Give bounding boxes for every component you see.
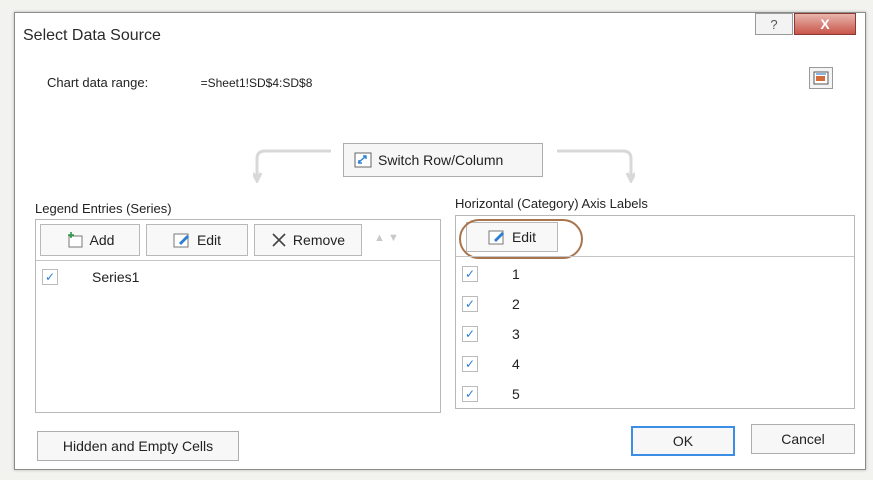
axis-label-value: 5 bbox=[512, 386, 520, 402]
edit-label: Edit bbox=[196, 232, 222, 248]
collapse-dialog-icon bbox=[813, 71, 829, 85]
axis-label-value: 4 bbox=[512, 356, 520, 372]
remove-label: Remove bbox=[292, 232, 346, 248]
axis-checkbox[interactable]: ✓ bbox=[462, 386, 478, 402]
axis-label-value: 2 bbox=[512, 296, 520, 312]
axis-list-item[interactable]: ✓ 1 bbox=[456, 262, 854, 286]
add-series-icon bbox=[67, 232, 83, 248]
collapse-dialog-button[interactable] bbox=[809, 67, 833, 89]
select-data-source-dialog: Select Data Source ? X Chart data range:… bbox=[14, 12, 866, 470]
series-list-item[interactable]: ✓ Series1 bbox=[36, 266, 440, 288]
legend-entries-label: Legend Entries (Series) bbox=[35, 201, 172, 216]
legend-entries-panel: Add Edit Remove ▲ ▼ ✓ Series1 bbox=[35, 219, 441, 413]
axis-list-item[interactable]: ✓ 2 bbox=[456, 292, 854, 316]
switch-row-column-icon bbox=[354, 152, 372, 168]
axis-checkbox[interactable]: ✓ bbox=[462, 296, 478, 312]
hidden-empty-cells-label: Hidden and Empty Cells bbox=[62, 438, 214, 454]
axis-checkbox[interactable]: ✓ bbox=[462, 356, 478, 372]
axis-checkbox[interactable]: ✓ bbox=[462, 266, 478, 282]
dialog-title: Select Data Source bbox=[23, 27, 161, 44]
series-checkbox[interactable]: ✓ bbox=[42, 269, 58, 285]
remove-series-button[interactable]: Remove bbox=[254, 224, 362, 256]
remove-icon bbox=[272, 233, 286, 247]
edit-series-button[interactable]: Edit bbox=[146, 224, 248, 256]
switch-left-arrow-graphic bbox=[253, 149, 331, 183]
cancel-label: Cancel bbox=[781, 431, 825, 447]
edit-axis-label: Edit bbox=[511, 229, 537, 245]
help-button[interactable]: ? bbox=[755, 13, 793, 35]
panel-divider bbox=[456, 256, 854, 257]
axis-list-item[interactable]: ✓ 5 bbox=[456, 382, 854, 406]
chart-data-range-input[interactable]: =Sheet1!SD$4:SD$8 bbox=[201, 76, 313, 90]
axis-list-item[interactable]: ✓ 3 bbox=[456, 322, 854, 346]
add-label: Add bbox=[89, 232, 115, 248]
axis-labels-panel: Edit ✓ 1 ✓ 2 ✓ 3 ✓ 4 ✓ 5 bbox=[455, 215, 855, 409]
help-icon: ? bbox=[770, 16, 778, 32]
panel-divider bbox=[36, 260, 440, 261]
edit-icon bbox=[488, 230, 504, 245]
move-arrows-icon[interactable]: ▲ ▼ bbox=[374, 232, 399, 244]
add-series-button[interactable]: Add bbox=[40, 224, 140, 256]
switch-right-arrow-graphic bbox=[557, 149, 635, 183]
edit-icon bbox=[173, 233, 189, 248]
chart-data-range-row: Chart data range: =Sheet1!SD$4:SD$8 bbox=[47, 75, 312, 90]
axis-label-value: 3 bbox=[512, 326, 520, 342]
series-name: Series1 bbox=[92, 269, 140, 285]
switch-row-column-button[interactable]: Switch Row/Column bbox=[343, 143, 543, 177]
title-bar: Select Data Source ? X bbox=[15, 13, 865, 59]
chart-data-range-label: Chart data range: bbox=[47, 75, 149, 90]
switch-row-column-label: Switch Row/Column bbox=[378, 152, 504, 168]
hidden-empty-cells-button[interactable]: Hidden and Empty Cells bbox=[37, 431, 239, 461]
edit-axis-labels-button[interactable]: Edit bbox=[459, 219, 583, 259]
cancel-button[interactable]: Cancel bbox=[751, 424, 855, 454]
close-button[interactable]: X bbox=[794, 13, 856, 35]
close-icon: X bbox=[820, 16, 830, 32]
axis-label-value: 1 bbox=[512, 266, 520, 282]
axis-checkbox[interactable]: ✓ bbox=[462, 326, 478, 342]
ok-button[interactable]: OK bbox=[631, 426, 735, 456]
axis-list-item[interactable]: ✓ 4 bbox=[456, 352, 854, 376]
ok-label: OK bbox=[672, 433, 694, 449]
axis-labels-label: Horizontal (Category) Axis Labels bbox=[455, 196, 648, 211]
